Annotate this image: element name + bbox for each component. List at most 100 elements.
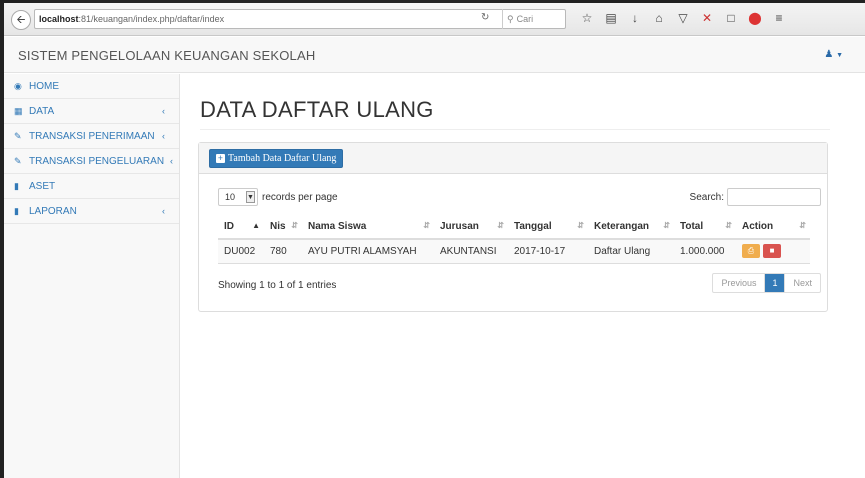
menu-icon[interactable]: ≡ bbox=[772, 11, 786, 25]
column-header-jurusan[interactable]: Jurusan ⇵ bbox=[434, 215, 508, 240]
table-row: DU002 780 AYU PUTRI ALAMSYAH AKUNTANSI 2… bbox=[218, 239, 810, 264]
length-control: 10 ▼ records per page bbox=[218, 188, 338, 206]
cell-tanggal: 2017-10-17 bbox=[508, 239, 588, 264]
sidebar-item-label: TRANSAKSI PENERIMAAN bbox=[29, 130, 155, 142]
user-menu[interactable]: ♟ ▼ bbox=[824, 49, 843, 60]
reload-icon[interactable]: ↻ bbox=[481, 12, 489, 23]
star-icon[interactable]: ☆ bbox=[580, 11, 594, 25]
print-button[interactable]: ⎙ bbox=[742, 244, 760, 259]
table-header-row: ID ▲ Nis ⇵ Nama Siswa ⇵ Jurusan ⇵ Tanggal ⇵ K… bbox=[218, 215, 810, 240]
cell-total: 1.000.000 bbox=[674, 239, 736, 264]
sidebar-item-label: DATA bbox=[29, 105, 55, 117]
adblock-icon[interactable]: ⬤ bbox=[748, 11, 762, 25]
cell-action: ⎙ ■ bbox=[736, 239, 810, 264]
pocket-icon[interactable]: ▽ bbox=[676, 11, 690, 25]
length-value: 10 bbox=[225, 192, 236, 202]
sidebar-item-transaksi-pengeluaran[interactable]: ✎ TRANSAKSI PENGELUARAN ‹ bbox=[4, 149, 179, 174]
chevron-left-icon: ‹ bbox=[162, 106, 165, 116]
pagination-next[interactable]: Next bbox=[785, 274, 820, 292]
dashboard-icon: ◉ bbox=[14, 80, 22, 91]
app-header: SISTEM PENGELOLAAN KEUANGAN SEKOLAH ♟ ▼ bbox=[4, 37, 865, 73]
library-icon[interactable]: ▤ bbox=[604, 11, 618, 25]
cell-jurusan: AKUNTANSI bbox=[434, 239, 508, 264]
chevron-down-icon: ▼ bbox=[246, 191, 255, 203]
add-daftar-ulang-button[interactable]: + Tambah Data Daftar Ulang bbox=[209, 149, 344, 168]
length-label: records per page bbox=[262, 191, 338, 203]
search-label: Search: bbox=[689, 191, 724, 203]
sidebar: ◉ HOME ▦ DATA ‹ ✎ TRANSAKSI PENERIMAAN ‹ ✎ TRA… bbox=[4, 74, 180, 478]
search-icon: ⚲ bbox=[507, 13, 514, 24]
app-title[interactable]: SISTEM PENGELOLAAN KEUANGAN SEKOLAH bbox=[18, 48, 315, 63]
book-icon: ▮ bbox=[14, 205, 19, 216]
sidebar-item-data[interactable]: ▦ DATA ‹ bbox=[4, 99, 179, 124]
chevron-left-icon: ‹ bbox=[162, 131, 165, 141]
user-icon: ♟ bbox=[824, 49, 834, 60]
column-label: Nis bbox=[270, 221, 286, 232]
table-search: Search: bbox=[690, 188, 821, 206]
column-header-nis[interactable]: Nis ⇵ bbox=[264, 215, 302, 240]
sidebar-item-label: ASET bbox=[29, 180, 56, 192]
data-panel: + Tambah Data Daftar Ulang 10 ▼ records … bbox=[198, 142, 828, 312]
column-label: ID bbox=[224, 221, 234, 232]
sort-icon: ⇵ bbox=[577, 221, 584, 230]
cell-id: DU002 bbox=[218, 239, 264, 264]
column-label: Tanggal bbox=[514, 221, 552, 232]
chevron-left-icon: ‹ bbox=[162, 206, 165, 216]
column-label: Nama Siswa bbox=[308, 221, 367, 232]
sort-icon: ⇵ bbox=[799, 221, 806, 230]
records-per-page-select[interactable]: 10 ▼ bbox=[218, 188, 258, 206]
pagination: Previous 1 Next bbox=[712, 273, 821, 293]
add-button-label: Tambah Data Daftar Ulang bbox=[228, 153, 337, 164]
browser-search-input[interactable]: ↻ ⚲ Cari bbox=[481, 9, 566, 29]
table-icon: ▦ bbox=[14, 105, 23, 116]
sort-icon: ⇵ bbox=[497, 221, 504, 230]
browser-toolbar: 🡨 ⓘ localhost:81/keuangan/index.php/daft… bbox=[4, 3, 865, 162]
column-label: Total bbox=[680, 221, 704, 232]
pagination-page-1[interactable]: 1 bbox=[765, 274, 786, 292]
edit-icon: ✎ bbox=[14, 130, 22, 141]
download-icon[interactable]: ↓ bbox=[628, 11, 642, 25]
sort-icon: ⇵ bbox=[663, 221, 670, 230]
chevron-down-icon: ▼ bbox=[836, 52, 843, 59]
column-header-total[interactable]: Total ⇵ bbox=[674, 215, 736, 240]
page-title: DATA DAFTAR ULANG bbox=[200, 97, 434, 122]
sort-icon: ⇵ bbox=[291, 221, 298, 230]
column-header-nama-siswa[interactable]: Nama Siswa ⇵ bbox=[302, 215, 434, 240]
column-header-keterangan[interactable]: Keterangan ⇵ bbox=[588, 215, 674, 240]
sidebar-item-laporan[interactable]: ▮ LAPORAN ‹ bbox=[4, 199, 179, 224]
url-path: :81/keuangan/index.php/daftar/index bbox=[78, 14, 225, 24]
main-content: DATA DAFTAR ULANG + Tambah Data Daftar U… bbox=[180, 74, 865, 478]
cell-nama: AYU PUTRI ALAMSYAH bbox=[302, 239, 434, 264]
sidebar-item-aset[interactable]: ▮ ASET bbox=[4, 174, 179, 199]
sidebar-item-label: TRANSAKSI PENGELUARAN bbox=[29, 155, 165, 167]
sidebar-item-label: LAPORAN bbox=[29, 205, 77, 217]
column-header-id[interactable]: ID ▲ bbox=[218, 215, 264, 240]
sort-asc-icon: ▲ bbox=[252, 221, 260, 230]
x-icon[interactable]: ✕ bbox=[700, 11, 714, 25]
chevron-left-icon: ‹ bbox=[170, 156, 173, 166]
column-label: Jurusan bbox=[440, 221, 479, 232]
column-header-action[interactable]: Action ⇵ bbox=[736, 215, 810, 240]
sort-icon: ⇵ bbox=[423, 221, 430, 230]
search-input[interactable] bbox=[727, 188, 821, 206]
url-host: localhost bbox=[39, 14, 79, 24]
sort-icon: ⇵ bbox=[725, 221, 732, 230]
column-header-tanggal[interactable]: Tanggal ⇵ bbox=[508, 215, 588, 240]
sidebar-item-transaksi-penerimaan[interactable]: ✎ TRANSAKSI PENERIMAAN ‹ bbox=[4, 124, 179, 149]
panel-heading: + Tambah Data Daftar Ulang bbox=[199, 143, 827, 174]
sidebar-item-label: HOME bbox=[29, 80, 59, 92]
sidebar-item-home[interactable]: ◉ HOME bbox=[4, 74, 179, 99]
column-label: Action bbox=[742, 221, 774, 232]
trash-icon: ■ bbox=[769, 246, 775, 256]
extension-icon[interactable]: □ bbox=[724, 11, 738, 25]
browser-search-placeholder: Cari bbox=[516, 14, 534, 24]
edit-icon: ✎ bbox=[14, 155, 22, 166]
delete-button[interactable]: ■ bbox=[763, 244, 781, 259]
cell-nis: 780 bbox=[264, 239, 302, 264]
back-button[interactable]: 🡨 bbox=[11, 10, 31, 30]
column-label: Keterangan bbox=[594, 221, 650, 232]
print-icon: ⎙ bbox=[747, 246, 755, 256]
home-icon[interactable]: ⌂ bbox=[652, 11, 666, 25]
data-table: ID ▲ Nis ⇵ Nama Siswa ⇵ Jurusan ⇵ Tanggal ⇵ K… bbox=[218, 215, 810, 264]
pagination-previous[interactable]: Previous bbox=[713, 274, 766, 292]
